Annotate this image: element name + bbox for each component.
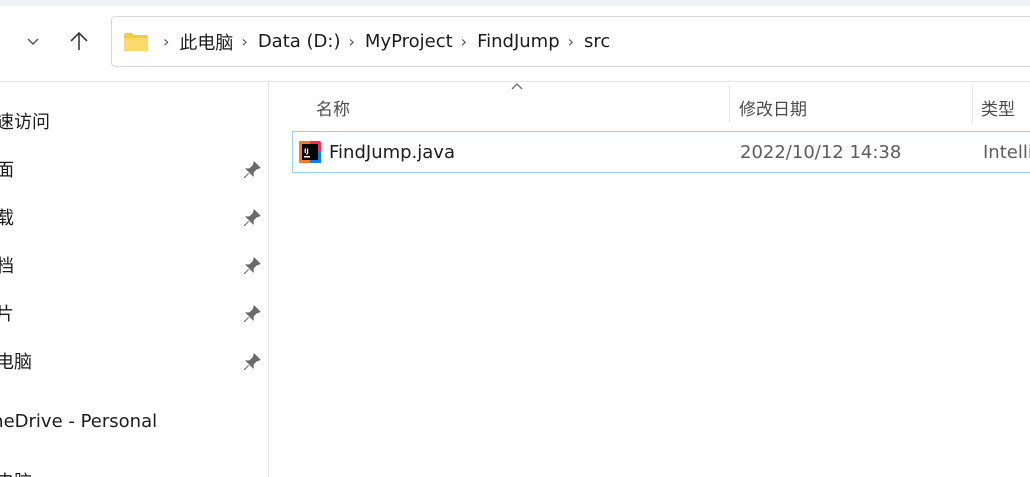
column-header-type[interactable]: 类型 (981, 88, 1030, 126)
sidebar-item-label: 图片 (0, 300, 14, 326)
column-header-modified[interactable]: 修改日期 (739, 88, 969, 126)
column-header-name[interactable]: 名称 (316, 88, 726, 126)
navigation-bar: › 此电脑 › Data (D:) › MyProject › FindJump… (0, 0, 1030, 82)
sidebar-item-downloads[interactable]: 下载 (0, 202, 268, 232)
breadcrumb-separator-icon: › (241, 32, 248, 51)
breadcrumb-separator-icon: › (567, 32, 575, 51)
breadcrumb-myproject[interactable]: MyProject (365, 31, 453, 52)
sidebar-item-pictures[interactable]: 图片 (0, 298, 268, 328)
pin-icon (243, 353, 261, 371)
pin-icon (243, 161, 261, 179)
sidebar-item-label: 下载 (0, 204, 14, 230)
file-modified-date: 2022/10/12 14:38 (740, 141, 902, 163)
column-header-label: 名称 (316, 99, 350, 120)
title-strip (0, 0, 1030, 6)
pin-icon (243, 257, 261, 275)
svg-text:IJ: IJ (304, 147, 309, 155)
file-type: IntelliJ IDEA (983, 141, 1030, 163)
sidebar-item-label: OneDrive - Personal (0, 410, 158, 432)
file-list: 名称 修改日期 类型 IJ FindJump.java 2022/10/12 1… (270, 82, 1030, 477)
sidebar-item-label: 此电脑 (0, 468, 32, 477)
sidebar-item-documents[interactable]: 文档 (0, 250, 268, 280)
column-divider[interactable] (729, 86, 730, 122)
breadcrumb-data-drive[interactable]: Data (D:) (258, 31, 341, 52)
sidebar-item-this-pc-pinned[interactable]: 此电脑 (0, 346, 268, 376)
sidebar-item-onedrive[interactable]: OneDrive - Personal (0, 406, 268, 436)
breadcrumb-findjump[interactable]: FindJump (477, 31, 560, 52)
sidebar-item-quick-access[interactable]: 快速访问 (0, 106, 268, 136)
intellij-java-file-icon: IJ (299, 141, 321, 163)
breadcrumb-this-pc[interactable]: 此电脑 (179, 29, 233, 55)
pin-icon (243, 305, 261, 323)
up-button[interactable] (62, 24, 96, 58)
column-header-label: 修改日期 (739, 99, 807, 120)
column-header-label: 类型 (981, 99, 1015, 120)
file-name: FindJump.java (329, 141, 455, 163)
address-bar[interactable]: › 此电脑 › Data (D:) › MyProject › FindJump… (111, 16, 1030, 67)
column-divider[interactable] (972, 86, 973, 122)
arrow-up-icon (70, 31, 88, 50)
sidebar-item-label: 文档 (0, 252, 14, 278)
sidebar-item-label: 此电脑 (0, 352, 32, 373)
recent-locations-button[interactable] (16, 24, 50, 58)
breadcrumb-src[interactable]: src (584, 31, 610, 52)
file-row[interactable]: IJ FindJump.java 2022/10/12 14:38 Intell… (292, 131, 1030, 173)
chevron-down-icon (27, 38, 39, 46)
breadcrumb-separator-icon: › (460, 32, 468, 51)
file-icon-cell: IJ (299, 132, 321, 172)
breadcrumb-separator-icon: › (163, 32, 170, 51)
sidebar-item-label: 快速访问 (0, 112, 50, 133)
sidebar-item-label: 桌面 (0, 156, 14, 182)
sidebar-item-desktop[interactable]: 桌面 (0, 154, 268, 184)
navigation-pane: 快速访问 桌面 下载 文档 图片 此电脑 OneDrive - Personal… (0, 82, 269, 477)
pin-icon (243, 209, 261, 227)
breadcrumb-separator-icon: › (348, 32, 355, 51)
sidebar-item-this-pc[interactable]: 此电脑 (0, 466, 268, 477)
folder-icon (123, 32, 149, 52)
